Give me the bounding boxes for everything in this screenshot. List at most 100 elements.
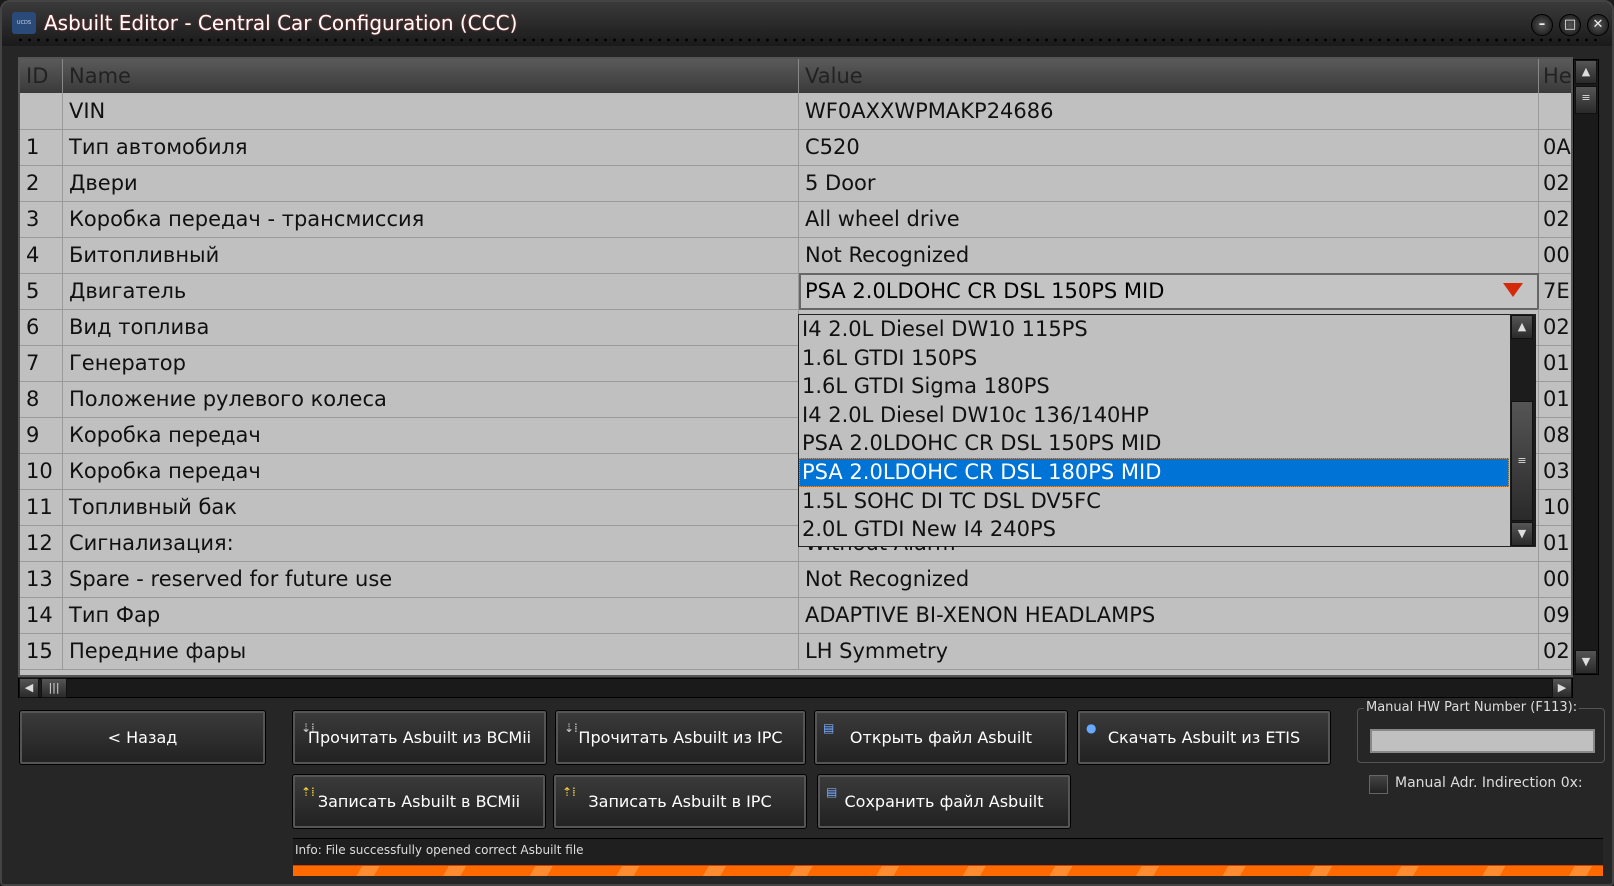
table-row[interactable]: 1 Тип автомобиля C520 0A bbox=[20, 129, 1571, 166]
table-horizontal-scrollbar[interactable]: ◀ ||| ▶ bbox=[18, 678, 1573, 698]
manual-hw-group: Manual HW Part Number (F113): bbox=[1357, 700, 1605, 763]
row-hex: 01 bbox=[1539, 345, 1571, 382]
column-header-name[interactable]: Name bbox=[63, 59, 799, 93]
column-header-value[interactable]: Value bbox=[799, 59, 1539, 93]
read-bcm-label: Прочитать Asbuilt из BCMii bbox=[307, 728, 532, 747]
dropdown-option[interactable]: I4 2.0L Diesel DW10 115PS bbox=[799, 315, 1509, 344]
dropdown-option[interactable]: I4 2.0L Diesel DW10c 136/140HP bbox=[799, 401, 1509, 430]
row-id: 13 bbox=[20, 561, 63, 598]
write-ipc-button[interactable]: ⇡⁞ Записать Asbuilt в IPC bbox=[554, 775, 806, 828]
read-ipc-button[interactable]: ⇣⁞ Прочитать Asbuilt из IPC bbox=[556, 711, 805, 764]
dropdown-scroll-down[interactable]: ▼ bbox=[1511, 522, 1533, 546]
table-vertical-scrollbar[interactable]: ▲ ≡ ▼ bbox=[1573, 59, 1599, 675]
hscroll-thumb[interactable]: ||| bbox=[41, 678, 67, 698]
row-hex: 0A bbox=[1539, 129, 1571, 166]
column-header-id[interactable]: ID bbox=[20, 59, 63, 93]
row-name: Двигатель bbox=[63, 273, 799, 310]
download-etis-label: Скачать Asbuilt из ETIS bbox=[1107, 728, 1301, 747]
row-name: Двери bbox=[63, 165, 799, 202]
manual-hw-label: Manual HW Part Number (F113): bbox=[1364, 700, 1580, 715]
row-value: ADAPTIVE BI-XENON HEADLAMPS bbox=[799, 597, 1539, 634]
open-file-button[interactable]: ▤ Открыть файл Asbuilt bbox=[815, 711, 1067, 764]
row-id: 6 bbox=[20, 309, 63, 346]
progress-bar bbox=[293, 865, 1603, 876]
close-button[interactable]: ✕ bbox=[1587, 14, 1609, 36]
dropdown-option[interactable]: 2.0L GTDI New I4 240PS bbox=[799, 515, 1509, 544]
row-name: Тип автомобиля bbox=[63, 129, 799, 166]
open-file-label: Открыть файл Asbuilt bbox=[849, 728, 1033, 747]
combo-value: PSA 2.0LDOHC CR DSL 150PS MID bbox=[805, 279, 1165, 303]
row-value: Not Recognized bbox=[799, 561, 1539, 598]
row-id: 4 bbox=[20, 237, 63, 274]
table-row[interactable]: 5 Двигатель PSA 2.0LDOHC CR DSL 150PS MID 7… bbox=[20, 273, 1571, 310]
row-id: 5 bbox=[20, 273, 63, 310]
dropdown-option[interactable]: 1.6L GTDI 150PS bbox=[799, 344, 1509, 373]
dropdown-arrow-icon[interactable] bbox=[1503, 283, 1523, 297]
row-hex: 02 bbox=[1539, 633, 1571, 670]
row-name: Битопливный bbox=[63, 237, 799, 274]
row-name: Передние фары bbox=[63, 633, 799, 670]
scroll-down-button[interactable]: ▼ bbox=[1575, 650, 1597, 674]
status-info: Info: File successfully opened correct A… bbox=[293, 838, 1603, 865]
back-button[interactable]: < Назад bbox=[20, 711, 265, 764]
save-file-button[interactable]: ▤ Сохранить файл Asbuilt bbox=[818, 775, 1070, 828]
read-bcm-button[interactable]: ⇣⁞ Прочитать Asbuilt из BCMii bbox=[293, 711, 546, 764]
table-row[interactable]: 13 Spare - reserved for future use Not Rec… bbox=[20, 561, 1571, 598]
row-hex: 02 bbox=[1539, 165, 1571, 202]
scroll-left-button[interactable]: ◀ bbox=[19, 678, 39, 698]
dropdown-option[interactable]: 1.6L GTDI Sigma 180PS bbox=[799, 372, 1509, 401]
dropdown-scroll-thumb[interactable]: ≡ bbox=[1511, 401, 1533, 521]
minimize-button[interactable]: – bbox=[1531, 14, 1553, 36]
row-hex: 02 bbox=[1539, 201, 1571, 238]
manual-indirection-checkbox[interactable] bbox=[1369, 775, 1388, 794]
titlebar-decoration bbox=[16, 38, 1598, 42]
back-label: < Назад bbox=[107, 728, 178, 747]
table-row[interactable]: 2 Двери 5 Door 02 bbox=[20, 165, 1571, 202]
row-hex: 7E bbox=[1539, 273, 1571, 310]
row-id bbox=[20, 93, 63, 130]
row-hex: 10 bbox=[1539, 489, 1571, 526]
upload-icon: ⇡⁞ bbox=[301, 785, 315, 799]
table-row[interactable]: 15 Передние фары LH Symmetry 02 bbox=[20, 633, 1571, 670]
dropdown-scroll-up[interactable]: ▲ bbox=[1511, 315, 1533, 339]
download-etis-button[interactable]: ● Скачать Asbuilt из ETIS bbox=[1078, 711, 1330, 764]
row-name: Коробка передач bbox=[63, 453, 799, 490]
table-row[interactable]: 4 Битопливный Not Recognized 00 bbox=[20, 237, 1571, 274]
scroll-right-button[interactable]: ▶ bbox=[1552, 678, 1572, 698]
table-row[interactable]: VIN WF0AXXWPMAKP24686 bbox=[20, 93, 1571, 130]
table-row[interactable]: 14 Тип Фар ADAPTIVE BI-XENON HEADLAMPS 09 bbox=[20, 597, 1571, 634]
write-bcm-button[interactable]: ⇡⁞ Записать Asbuilt в BCMii bbox=[293, 775, 545, 828]
row-id: 2 bbox=[20, 165, 63, 202]
row-hex: 01 bbox=[1539, 525, 1571, 562]
maximize-button[interactable]: □ bbox=[1559, 14, 1581, 36]
row-value: LH Symmetry bbox=[799, 633, 1539, 670]
upload-icon: ⇡⁞ bbox=[562, 785, 576, 799]
row-id: 12 bbox=[20, 525, 63, 562]
manual-hw-input[interactable] bbox=[1370, 729, 1595, 753]
row-name: Положение рулевого колеса bbox=[63, 381, 799, 418]
app-window: UCDS Asbuilt Editor - Central Car Config… bbox=[0, 0, 1614, 886]
dropdown-option[interactable]: PSA 2.0LDOHC CR DSL 150PS MID bbox=[799, 429, 1509, 458]
dropdown-scrollbar[interactable]: ▲ ≡ ▼ bbox=[1510, 315, 1536, 546]
row-name: Вид топлива bbox=[63, 309, 799, 346]
row-hex: 02 bbox=[1539, 309, 1571, 346]
column-header-hex[interactable]: He bbox=[1539, 59, 1571, 93]
scroll-thumb[interactable]: ≡ bbox=[1575, 86, 1597, 114]
row-hex: 00 bbox=[1539, 237, 1571, 274]
row-name: VIN bbox=[63, 93, 799, 130]
row-id: 15 bbox=[20, 633, 63, 670]
table-row[interactable]: 3 Коробка передач - трансмиссия All wheel … bbox=[20, 201, 1571, 238]
open-file-icon: ▤ bbox=[823, 721, 835, 735]
row-name: Тип Фар bbox=[63, 597, 799, 634]
row-hex: 00 bbox=[1539, 561, 1571, 598]
dropdown-option[interactable]: 1.5L SOHC DI TC DSL DV5FC bbox=[799, 487, 1509, 516]
row-id: 11 bbox=[20, 489, 63, 526]
row-name: Сигнализация: bbox=[63, 525, 799, 562]
scroll-up-button[interactable]: ▲ bbox=[1575, 60, 1597, 84]
app-logo-icon: UCDS bbox=[12, 12, 36, 34]
row-id: 14 bbox=[20, 597, 63, 634]
engine-dropdown-list[interactable]: ▲ ≡ ▼ I4 2.0L Diesel DW10 115PS 1.6L GTDI… bbox=[798, 314, 1536, 547]
engine-combobox[interactable]: PSA 2.0LDOHC CR DSL 150PS MID bbox=[799, 273, 1539, 310]
dropdown-option[interactable]: PSA 2.0LDOHC CR DSL 180PS MID bbox=[799, 458, 1509, 487]
row-id: 10 bbox=[20, 453, 63, 490]
